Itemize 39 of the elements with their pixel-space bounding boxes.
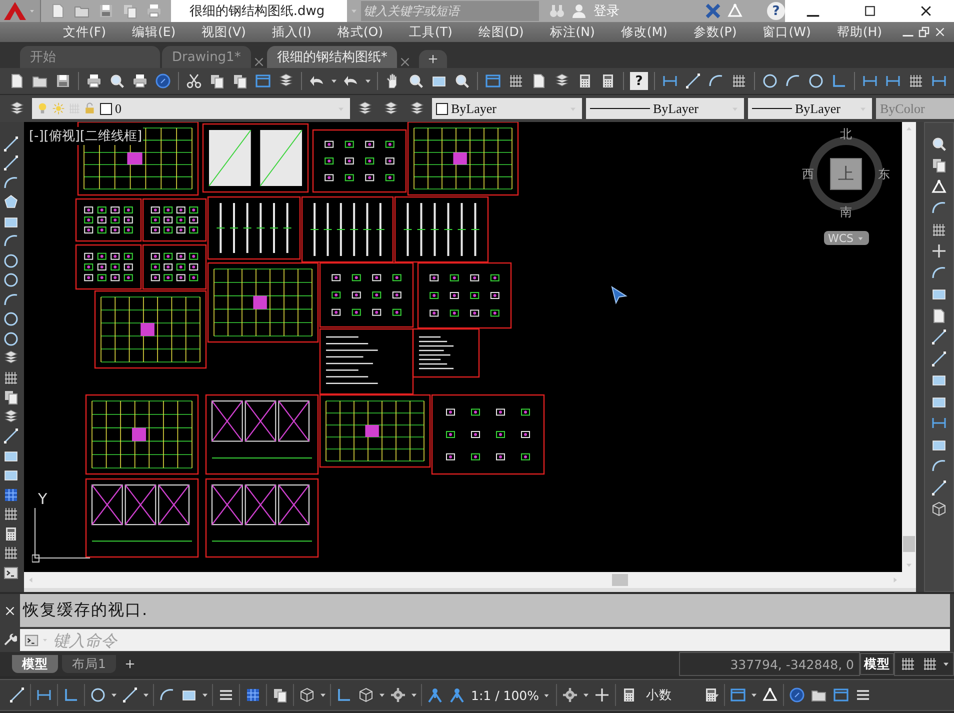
menu-item[interactable]: 帮助(H) xyxy=(824,24,895,40)
annotation-scale-button[interactable]: 1:1 / 100% xyxy=(468,688,554,702)
viewcube-face[interactable]: 上 xyxy=(830,158,862,190)
axis-label: Y xyxy=(38,490,48,508)
menu-item[interactable]: 格式(O) xyxy=(324,24,396,40)
lineweight-dropdown[interactable]: ByLayer xyxy=(748,98,872,119)
command-history: 恢复缓存的视口. xyxy=(20,594,950,627)
compass-label[interactable]: 北 xyxy=(840,126,852,143)
viewport-label[interactable]: [-][俯视][二维线框] xyxy=(28,127,144,145)
menu-item[interactable]: 插入(I) xyxy=(258,24,324,40)
search-field[interactable]: 键入关键字或短语 xyxy=(361,1,540,21)
window-title: 很细的钢结构图纸.dwg xyxy=(171,0,348,22)
ucs-menu-button[interactable]: WCS xyxy=(824,231,870,245)
menu-item[interactable]: 编辑(E) xyxy=(118,24,189,40)
menu-item[interactable]: 视图(V) xyxy=(188,24,259,40)
menu-item[interactable]: 标注(N) xyxy=(536,24,608,40)
help-button[interactable]: ? xyxy=(630,72,648,90)
menu-item[interactable]: 文件(F) xyxy=(50,24,119,40)
document-tab[interactable]: 很细的钢结构图纸* xyxy=(266,46,398,68)
help-button[interactable]: ? xyxy=(767,2,786,20)
layer-dropdown[interactable]: 0 xyxy=(32,98,350,119)
coordinates-display[interactable]: 337794, -342848, 0 xyxy=(679,652,860,676)
linetype-dropdown[interactable]: ByLayer xyxy=(586,98,744,119)
compass-label[interactable]: 东 xyxy=(878,166,890,183)
layout-tab[interactable]: 布局1 xyxy=(62,655,116,673)
menu-item[interactable]: 参数(P) xyxy=(680,24,750,40)
document-tab[interactable]: 开始 xyxy=(20,46,160,68)
menu-item[interactable]: 窗口(W) xyxy=(750,24,824,40)
menu-item[interactable]: 修改(M) xyxy=(608,24,680,40)
model-space-button[interactable]: 模型 xyxy=(860,653,894,675)
sign-in-button[interactable]: 登录 xyxy=(593,2,620,20)
menu-item[interactable]: 绘图(D) xyxy=(465,24,537,40)
compass-label[interactable]: 西 xyxy=(802,166,814,183)
layout-tab[interactable]: 模型 xyxy=(12,655,58,673)
document-tab[interactable]: Drawing1* xyxy=(162,46,251,68)
compass-label[interactable]: 南 xyxy=(840,204,852,221)
drawing-canvas[interactable]: [-][俯视][二维线框] 北 西 上 东 南 WCS Y xyxy=(24,122,902,572)
menu-item[interactable]: 工具(T) xyxy=(396,24,466,40)
color-dropdown[interactable]: ByLayer xyxy=(432,98,582,119)
